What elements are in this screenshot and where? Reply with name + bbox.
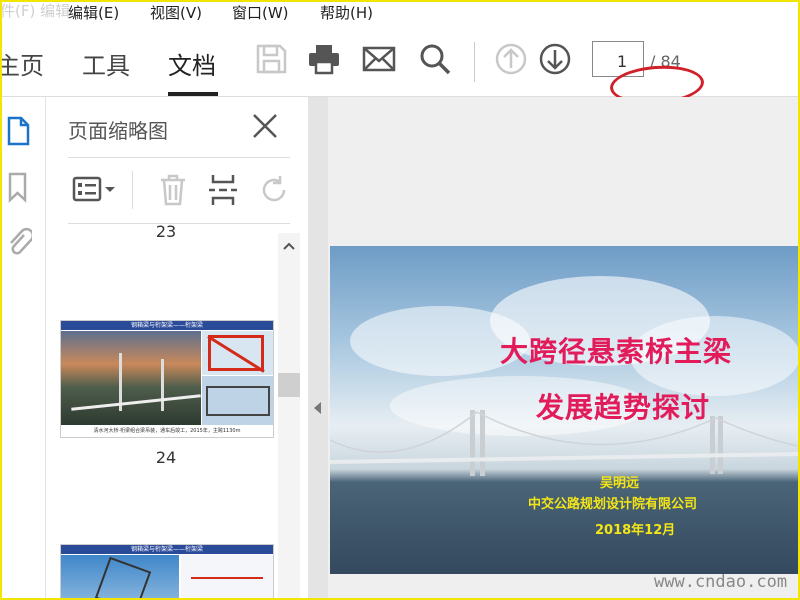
thumbnail-header: 钢箱梁与桁架梁——桁架梁 [61,321,273,330]
menu-bar: 件(F) 编辑 编辑(E) 视图(V) 窗口(W) 帮助(H) [0,0,800,24]
slide-title-line2: 发展趋势探讨 [536,391,711,424]
panel-divider [68,157,290,158]
tab-tools[interactable]: 工具 [82,46,130,81]
thumbnail-page-label-prev: 23 [155,224,177,241]
toolbar-separator [474,42,475,82]
menu-window[interactable]: 窗口(W) [232,2,289,23]
previous-page-icon[interactable] [494,42,528,76]
next-page-icon[interactable] [538,42,572,76]
thumbnail-list: 23 钢箱梁与桁架梁——桁架梁 清水河大桥·桁梁组合梁吊装，通车后竣工，2015… [46,224,274,600]
slide-author: 吴明远 [600,476,640,491]
site-watermark: www.cndao.com [654,572,788,592]
rotate-icon[interactable] [258,173,290,207]
thumbnail-crane-photo [61,555,179,600]
thumbnail-page-label: 24 [155,448,177,467]
search-icon[interactable] [418,42,452,76]
document-page-slide: 大跨径悬索桥主梁 发展趋势探讨 吴明远 中交公路规划设计院有限公司 2018年1… [330,246,798,574]
attachment-icon[interactable] [6,225,32,257]
panel-title: 页面缩略图 [68,119,168,143]
thumbnail-page-24[interactable]: 钢箱梁与桁架梁——桁架梁 清水河大桥·桁梁组合梁吊装，通车后竣工，2015年，主… [60,320,274,438]
thumbnail-scrollbar[interactable] [278,233,300,600]
thumbnail-diagram [181,555,273,600]
menu-view[interactable]: 视图(V) [150,2,202,23]
navigation-rail [0,97,46,600]
tab-document[interactable]: 文档 [168,46,216,81]
thumbnail-options-icon[interactable] [72,175,118,205]
thumbnail-truss-photo-2 [202,376,273,425]
scrollbar-thumb[interactable] [278,373,300,397]
close-icon[interactable] [250,111,280,141]
slide-date: 2018年12月 [595,523,676,538]
thumbnail-page-25[interactable]: 钢箱梁与桁架梁——桁架梁 [60,544,274,600]
bookmark-icon[interactable] [6,171,32,203]
main-toolbar: 主页 工具 文档 1 / 84 [0,24,800,108]
scroll-up-arrow-icon[interactable] [282,241,296,251]
page-thumbnails-icon[interactable] [6,115,32,147]
save-icon[interactable] [254,42,288,76]
print-icon[interactable] [307,42,341,76]
thumbnail-caption: 清水河大桥·桁梁组合梁吊装，通车后竣工，2015年，主跨1130m [61,425,273,437]
partial-menu-file: 件(F) 编辑 [0,2,71,20]
thumbnail-truss-photo [202,331,273,375]
slide-title-line1: 大跨径悬索桥主梁 [500,335,733,368]
slide-organization: 中交公路规划设计院有限公司 [528,497,698,512]
thumbnail-bridge-photo [61,331,201,425]
panel-tool-separator [132,171,133,209]
mail-icon[interactable] [362,42,396,76]
tab-home[interactable]: 主页 [0,46,44,81]
thumbnail-panel: 页面缩略图 23 钢箱梁与桁架梁——桁架梁 清水河大桥·桁梁组合梁吊装，通车后竣… [46,97,308,600]
thumbnail-header-next: 钢箱梁与桁架梁——桁架梁 [61,545,273,554]
extract-pages-icon[interactable] [208,173,238,207]
active-tab-indicator [168,92,218,96]
menu-edit[interactable]: 编辑(E) [68,2,119,23]
collapse-panel-arrow-icon[interactable] [314,402,321,414]
menu-help[interactable]: 帮助(H) [320,2,373,23]
panel-splitter[interactable] [308,97,328,600]
trash-icon[interactable] [158,173,188,207]
